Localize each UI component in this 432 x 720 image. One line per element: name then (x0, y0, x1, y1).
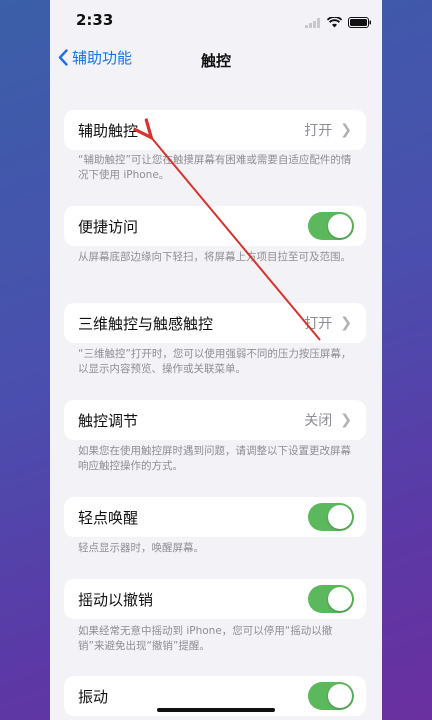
phone-screen: 2:33 辅助功能 触控 辅助触控 打开 ❯ “辅助触控”可让您在触摸屏幕有困难… (50, 0, 382, 720)
red-arrow-annotation (50, 0, 321, 341)
